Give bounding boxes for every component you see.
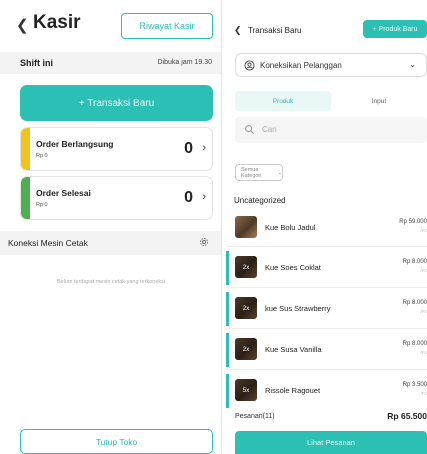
product-item[interactable]: Kue Bolu Jadul Rp 59.000 /Pc: [226, 211, 427, 245]
product-unit: /Pc: [420, 309, 427, 314]
product-accent-bar: [226, 292, 229, 326]
product-accent-bar: [226, 333, 229, 367]
shift-time: Dibuka jam 19.30: [157, 59, 212, 66]
chevron-right-icon: ›: [202, 142, 206, 154]
search-input[interactable]: Cari: [235, 117, 427, 143]
chevron-right-icon: ›: [202, 191, 206, 203]
printer-label: Koneksi Mesin Cetak: [8, 238, 88, 248]
product-name: Kue Bolu Jadul: [265, 223, 316, 232]
product-name: Rissole Ragouet: [265, 386, 321, 395]
transaksi-panel: ❮ Transaksi Baru + Produk Baru Koneksika…: [226, 0, 427, 454]
riwayat-kasir-button[interactable]: Riwayat Kasir: [121, 13, 213, 39]
product-price: Rp 8.000: [402, 300, 427, 306]
gear-icon[interactable]: [198, 236, 210, 248]
card-count: 0: [184, 140, 193, 157]
page-title: Transaksi Baru: [248, 26, 302, 35]
search-placeholder: Cari: [262, 125, 277, 134]
printer-empty-message: Belum terdapat mesin cetak yang terkonek…: [56, 279, 166, 285]
new-product-button[interactable]: + Produk Baru: [363, 20, 427, 38]
customer-placeholder: Koneksikan Pelanggan: [260, 61, 342, 70]
product-name: kue Sus Strawberry: [265, 304, 331, 313]
user-icon: [244, 60, 255, 71]
chevron-down-icon: ⌄: [409, 60, 416, 69]
order-berlangsung-card[interactable]: Order Berlangsung Rp 0 0 ›: [20, 127, 213, 171]
product-item[interactable]: 2x kue Sus Strawberry Rp 8.000 /Pc: [226, 292, 427, 326]
product-unit: /Pc: [420, 268, 427, 273]
card-count: 0: [184, 189, 193, 206]
status-stripe: [21, 177, 30, 219]
quantity-badge: 5x: [235, 379, 257, 401]
tutup-toko-button[interactable]: Tutup Toko: [20, 429, 213, 454]
quantity-badge: 2x: [235, 338, 257, 360]
tab-input[interactable]: Input: [331, 91, 427, 111]
kasir-header: ❮ Kasir Riwayat Kasir: [0, 0, 221, 48]
chevron-down-icon: ⌄: [277, 169, 282, 176]
divider: [226, 328, 427, 329]
divider: [226, 287, 427, 288]
product-item[interactable]: 2x Kue Susa Vanilla Rp 8.000 /Pc: [226, 333, 427, 367]
product-unit: /Pc: [420, 228, 427, 233]
product-thumbnail: [235, 216, 257, 238]
search-icon: [245, 125, 254, 134]
card-title: Order Berlangsung: [36, 139, 114, 149]
printer-connection-bar: Koneksi Mesin Cetak: [0, 231, 221, 255]
new-transaction-button[interactable]: + Transaksi Baru: [20, 85, 213, 121]
divider: [226, 246, 427, 247]
view-order-button[interactable]: Lihat Pesanan: [235, 431, 427, 454]
shift-bar: Shift ini Dibuka jam 19.30: [0, 52, 221, 74]
product-accent-bar: [226, 251, 229, 285]
product-accent-bar: [226, 211, 229, 245]
back-chevron-icon[interactable]: ❮: [234, 25, 242, 36]
product-accent-bar: [226, 374, 229, 408]
card-title: Order Selesai: [36, 188, 91, 198]
product-price: Rp 59.000: [399, 219, 427, 225]
order-total: Rp 65.500: [387, 411, 427, 421]
product-name: Kue Susa Vanilla: [265, 345, 322, 354]
page-title: Kasir: [33, 12, 81, 33]
product-item[interactable]: 2x Kue Soes Coklat Rp 8.000 /Pc: [226, 251, 427, 285]
product-unit: /Pc: [420, 350, 427, 355]
quantity-badge: 2x: [235, 256, 257, 278]
kasir-panel: ❮ Kasir Riwayat Kasir Shift ini Dibuka j…: [0, 0, 222, 454]
quantity-badge: 2x: [235, 297, 257, 319]
customer-select[interactable]: Koneksikan Pelanggan ⌄: [235, 53, 427, 77]
product-name: Kue Soes Coklat: [265, 263, 321, 272]
product-price: Rp 3.500: [402, 382, 427, 388]
status-stripe: [21, 128, 30, 170]
order-selesai-card[interactable]: Order Selesai Rp 0 0 ›: [20, 176, 213, 220]
product-price: Rp 8.000: [402, 341, 427, 347]
divider: [226, 369, 427, 370]
product-unit: /Pc: [420, 391, 427, 396]
card-amount: Rp 0: [36, 202, 48, 208]
order-count: Pesanan(11): [235, 413, 275, 420]
category-heading: Uncategorized: [234, 196, 286, 205]
card-amount: Rp 0: [36, 153, 48, 159]
category-filter-dropdown[interactable]: Semua Kategori ⌄: [235, 164, 283, 181]
tab-produk[interactable]: Produk: [235, 91, 331, 111]
back-chevron-icon[interactable]: ❮: [16, 16, 29, 34]
category-filter-label: Semua Kategori: [241, 166, 262, 179]
product-price: Rp 8.000: [402, 259, 427, 265]
product-item[interactable]: 5x Rissole Ragouet Rp 3.500 /Pc: [226, 374, 427, 408]
shift-label: Shift ini: [20, 58, 53, 68]
